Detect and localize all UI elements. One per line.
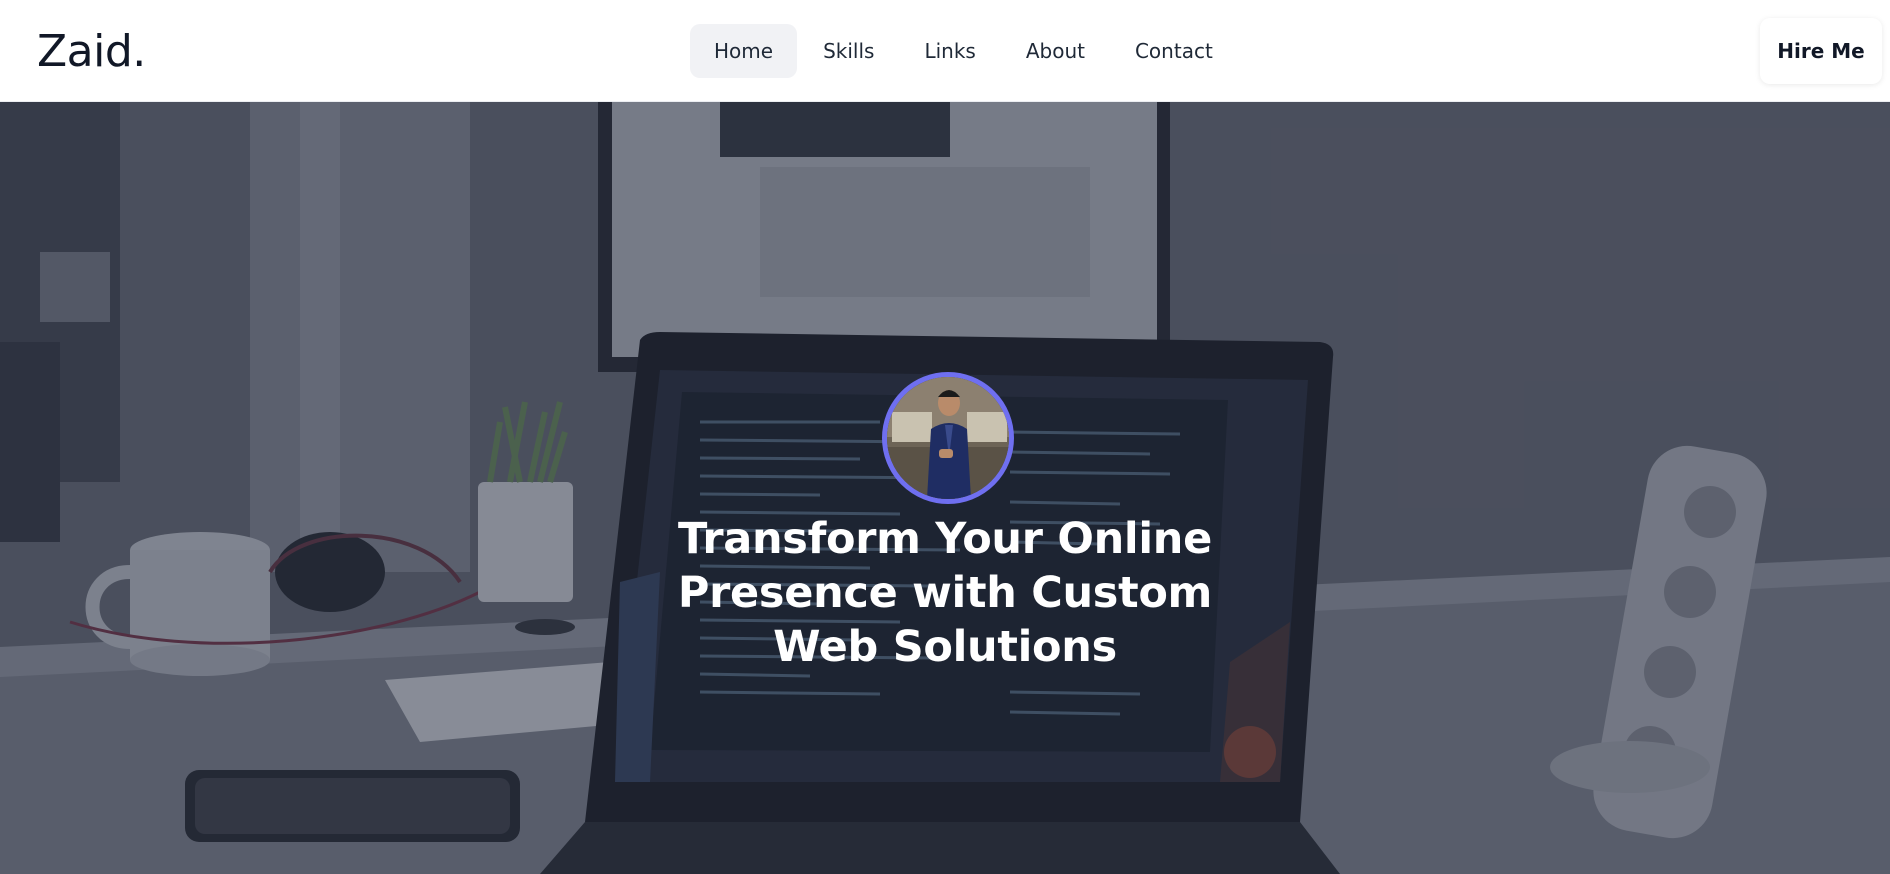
nav-item-links[interactable]: Links <box>900 24 999 78</box>
nav-item-about[interactable]: About <box>1002 24 1109 78</box>
main-nav: Home Skills Links About Contact <box>690 24 1239 78</box>
nav-item-contact[interactable]: Contact <box>1111 24 1237 78</box>
top-navbar: Zaid. Home Skills Links About Contact Hi… <box>0 0 1890 102</box>
nav-item-skills[interactable]: Skills <box>799 24 898 78</box>
hire-me-button[interactable]: Hire Me <box>1760 18 1882 84</box>
brand-logo[interactable]: Zaid. <box>37 22 146 82</box>
hero-section: Transform Your Online Presence with Cust… <box>0 102 1890 874</box>
hero-headline: Transform Your Online Presence with Cust… <box>677 514 1213 672</box>
nav-item-home[interactable]: Home <box>690 24 798 78</box>
profile-avatar <box>882 372 1014 504</box>
profile-photo <box>887 377 1009 499</box>
